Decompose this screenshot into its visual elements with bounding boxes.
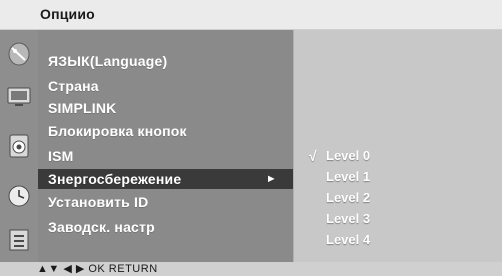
option-level-0[interactable]: √ Level 0 [309, 146, 371, 166]
clock-icon[interactable] [3, 180, 35, 212]
menu-item-label: Знергосбережение [48, 171, 182, 187]
arrow-right-icon: ► [265, 173, 277, 185]
menu-item-factory-reset[interactable]: Заводск. настр [48, 217, 155, 237]
navigation-hint: ▲▼ ◀ ▶ OK RETURN [37, 263, 158, 275]
option-menu-list: ЯЗЫК(Language) Страна SIMPLINK Блокировк… [38, 30, 293, 262]
monitor-icon[interactable] [3, 80, 35, 112]
option-label: Level 1 [326, 169, 371, 184]
navigation-hint-bar: ▲▼ ◀ ▶ OK RETURN [0, 262, 502, 276]
option-level-4[interactable]: Level 4 [326, 230, 370, 250]
option-label: Level 2 [326, 190, 371, 205]
menu-item-simplink[interactable]: SIMPLINK [48, 98, 117, 118]
menu-item-label: Заводск. настр [48, 219, 155, 235]
menu-item-language[interactable]: ЯЗЫК(Language) [48, 51, 167, 71]
menu-item-country[interactable]: Страна [48, 76, 99, 96]
option-label: Level 4 [326, 232, 371, 247]
menu-item-label: Установить ID [48, 194, 149, 210]
option-level-2[interactable]: Level 2 [326, 188, 370, 208]
menu-header: Опциио [0, 0, 502, 30]
menu-item-key-lock[interactable]: Блокировка кнопок [48, 121, 187, 141]
power-saving-submenu: √ Level 0 Level 1 Level 2 Level 3 Level … [293, 30, 502, 262]
option-label: Level 0 [326, 148, 371, 163]
check-mark-icon: √ [309, 148, 317, 164]
satellite-dish-icon[interactable] [3, 38, 35, 70]
option-level-3[interactable]: Level 3 [326, 209, 370, 229]
menu-item-label: SIMPLINK [48, 100, 117, 116]
speaker-icon[interactable] [3, 130, 35, 162]
menu-item-ism[interactable]: ISM [48, 146, 74, 166]
menu-item-label: ЯЗЫК(Language) [48, 53, 168, 69]
menu-item-power-saving[interactable]: Знергосбережение ► [38, 169, 293, 189]
option-label: Level 3 [326, 211, 371, 226]
menu-item-label: Страна [48, 78, 99, 94]
menu-item-label: ISM [48, 148, 74, 164]
menu-title: Опциио [40, 6, 95, 22]
category-sidebar [0, 30, 38, 262]
menu-item-label: Блокировка кнопок [48, 123, 187, 139]
option-level-1[interactable]: Level 1 [326, 167, 370, 187]
options-icon[interactable] [3, 224, 35, 256]
menu-item-set-id[interactable]: Установить ID [48, 192, 148, 212]
